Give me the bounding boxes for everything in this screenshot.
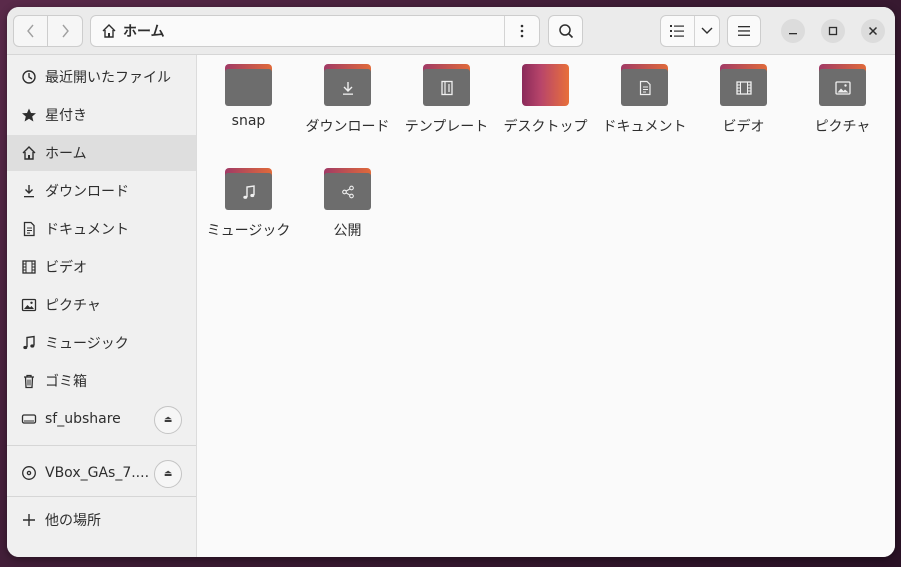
file-item-desktop[interactable]: デスクトップ [496, 64, 595, 138]
sidebar-item-label: 星付き [45, 108, 87, 124]
sidebar-separator [7, 496, 196, 497]
file-item-downloads[interactable]: ダウンロード [298, 64, 397, 138]
sidebar-item-label: 最近開いたファイル [45, 70, 171, 86]
sidebar: 最近開いたファイル 星付き ホーム ダウンロード ドキュメント ビデオ ピクチャ [7, 55, 197, 557]
file-item-documents[interactable]: ドキュメント [595, 64, 694, 138]
file-name: ドキュメント [602, 119, 687, 135]
sidebar-item-label: VBox_GAs_7.... [45, 465, 150, 481]
folder-icon [225, 64, 272, 106]
back-button[interactable] [13, 15, 48, 47]
path-menu-button[interactable] [504, 16, 539, 46]
file-grid: snap ダウンロード テンプレート デスクトップ ドキュメント ビデオ ピクチ… [197, 55, 895, 557]
file-manager-window: ホーム 最近開いたファイル 星付き ホーム ダウンロード ドキュメント ビデオ … [7, 7, 895, 557]
sidebar-item-home[interactable]: ホーム [7, 135, 196, 171]
star-icon [20, 106, 38, 124]
sidebar-item-label: ドキュメント [45, 222, 129, 238]
music-icon [20, 334, 38, 352]
file-name: ピクチャ [814, 119, 871, 135]
sidebar-item-videos[interactable]: ビデオ [7, 249, 196, 285]
file-item-snap[interactable]: snap [199, 64, 298, 132]
sidebar-device-vbox[interactable]: VBox_GAs_7.... ⏏ [7, 455, 196, 491]
film-icon [20, 258, 38, 276]
file-name: ダウンロード [305, 119, 390, 135]
sidebar-item-label: 他の場所 [45, 513, 101, 529]
share-folder-icon [324, 168, 371, 210]
sidebar-separator [7, 445, 196, 446]
maximize-icon [828, 26, 838, 36]
sidebar-item-label: sf_ubshare [45, 411, 121, 427]
path-segment-home[interactable]: ホーム [101, 16, 165, 46]
forward-button[interactable] [48, 15, 83, 47]
close-icon [868, 26, 878, 36]
sidebar-item-label: ホーム [45, 146, 87, 162]
list-view-icon [670, 25, 685, 37]
list-view-button[interactable] [661, 16, 695, 46]
file-name: デスクトップ [503, 119, 588, 135]
close-button[interactable] [861, 19, 885, 43]
chevron-down-icon [701, 27, 713, 34]
maximize-button[interactable] [821, 19, 845, 43]
plus-icon [20, 511, 38, 529]
video-folder-icon [720, 64, 767, 106]
file-item-videos[interactable]: ビデオ [694, 64, 793, 138]
header-bar: ホーム [7, 7, 895, 55]
hamburger-menu-icon [738, 26, 750, 36]
search-icon [558, 24, 573, 39]
view-switch-group [660, 15, 720, 47]
sidebar-other-locations[interactable]: 他の場所 [7, 502, 196, 538]
eject-icon: ⏏ [163, 469, 173, 479]
sidebar-item-label: ミュージック [45, 336, 129, 352]
file-name: テンプレート [404, 119, 489, 135]
sidebar-item-label: ゴミ箱 [45, 374, 87, 390]
file-name: ビデオ [722, 119, 765, 135]
eject-button[interactable]: ⏏ [154, 460, 182, 488]
template-folder-icon [423, 64, 470, 106]
vertical-dots-icon [520, 24, 524, 38]
sidebar-item-label: ピクチャ [45, 298, 101, 314]
sidebar-item-starred[interactable]: 星付き [7, 97, 196, 133]
eject-button[interactable]: ⏏ [154, 406, 182, 434]
download-folder-icon [324, 64, 371, 106]
search-button[interactable] [548, 15, 583, 47]
minimize-icon [789, 33, 797, 35]
main-menu-button[interactable] [727, 15, 761, 47]
music-folder-icon [225, 168, 272, 210]
nav-buttons [13, 15, 84, 47]
document-folder-icon [621, 64, 668, 106]
picture-icon [20, 296, 38, 314]
sidebar-item-downloads[interactable]: ダウンロード [7, 173, 196, 209]
file-item-pictures[interactable]: ピクチャ [793, 64, 892, 138]
sidebar-item-recent[interactable]: 最近開いたファイル [7, 59, 196, 95]
chevron-right-icon [62, 24, 69, 38]
disc-icon [20, 464, 38, 482]
home-icon [102, 24, 116, 38]
drive-icon [20, 410, 38, 428]
desktop-folder-icon [522, 64, 569, 106]
home-icon [20, 144, 38, 162]
minimize-button[interactable] [781, 19, 805, 43]
file-item-music[interactable]: ミュージック [199, 168, 298, 242]
file-name: ミュージック [206, 223, 291, 239]
chevron-left-icon [26, 24, 34, 38]
sidebar-item-label: ビデオ [45, 260, 87, 276]
clock-icon [20, 68, 38, 86]
sidebar-device-sf-ubshare[interactable]: sf_ubshare ⏏ [7, 401, 196, 437]
file-item-templates[interactable]: テンプレート [397, 64, 496, 138]
sidebar-item-documents[interactable]: ドキュメント [7, 211, 196, 247]
sidebar-item-pictures[interactable]: ピクチャ [7, 287, 196, 323]
trash-icon [20, 372, 38, 390]
file-item-public[interactable]: 公開 [298, 168, 397, 242]
picture-folder-icon [819, 64, 866, 106]
sidebar-item-label: ダウンロード [45, 184, 129, 200]
document-icon [20, 220, 38, 238]
file-name: snap [231, 113, 266, 129]
sidebar-item-music[interactable]: ミュージック [7, 325, 196, 361]
path-label: ホーム [123, 24, 165, 40]
sidebar-item-trash[interactable]: ゴミ箱 [7, 363, 196, 399]
file-name: 公開 [333, 223, 362, 239]
eject-icon: ⏏ [163, 415, 173, 425]
path-bar[interactable]: ホーム [90, 15, 540, 47]
view-options-button[interactable] [695, 16, 719, 46]
download-icon [20, 182, 38, 200]
